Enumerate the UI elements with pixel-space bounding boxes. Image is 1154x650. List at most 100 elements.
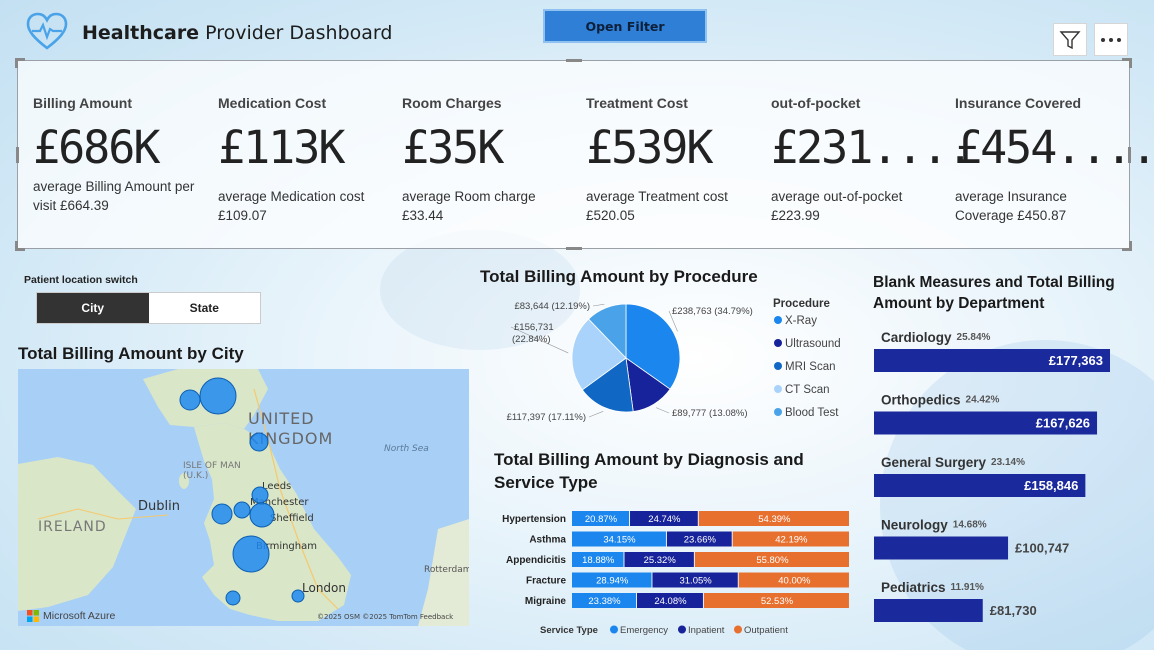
bar-data-label: 24.08% [654,596,687,607]
city-billing-map[interactable]: UNITED KINGDOM ISLE OF MAN (U.K.) Dublin… [18,369,469,626]
kpi-label: Room Charges [402,95,502,111]
pie-legend-marker[interactable] [774,339,782,347]
map-attribution[interactable]: ©2025 OSM ©2025 TomTom Feedback [317,613,453,621]
pie-legend-label[interactable]: Ultrasound [785,338,841,350]
department-label: Cardiology [881,330,952,345]
resize-handle[interactable] [1129,241,1132,251]
department-value-label: £81,730 [990,603,1037,618]
department-bar-chart[interactable]: Cardiology 25.84% £177,363 Orthopedics 24.42… [866,322,1146,632]
department-label: Neurology [881,518,948,533]
bar-category-label: Hypertension [502,514,566,525]
department-percent: 11.91% [951,582,984,593]
bar-category-label: Fracture [526,576,566,587]
resize-handle[interactable] [1129,58,1132,68]
bar-legend-title: Service Type [540,625,598,636]
map-brand-text: Microsoft Azure [43,610,116,622]
resize-handle[interactable] [566,59,582,62]
department-bar[interactable] [874,536,1009,560]
kpi-label: Treatment Cost [586,95,688,111]
resize-handle[interactable] [16,147,19,163]
bar-data-label: 23.66% [684,535,717,546]
bar-legend-label[interactable]: Emergency [620,625,668,636]
kpi-value: £113K [218,121,345,174]
pie-legend-label[interactable]: CT Scan [785,384,830,396]
kpi-label: out-of-pocket [771,95,861,111]
bar-data-label: 25.32% [644,555,677,566]
bar-data-label: 54.39% [758,514,791,525]
resize-handle[interactable] [15,58,18,68]
pie-data-label: (22.84%) [512,334,551,345]
pie-legend-label[interactable]: Blood Test [785,407,839,419]
bar-data-label: 34.15% [603,535,636,546]
city-bubble[interactable] [251,486,269,504]
city-bubble[interactable] [199,377,237,415]
bar-data-label: 28.94% [596,576,629,587]
bar-data-label: 23.38% [588,596,621,607]
location-switch[interactable]: City State [36,292,261,324]
kpi-label: Billing Amount [33,95,133,111]
city-bubble[interactable] [291,589,305,603]
open-filter-button[interactable]: Open Filter [543,9,707,43]
city-bubble[interactable] [233,501,251,519]
department-label: General Surgery [881,455,987,470]
department-percent: 25.84% [957,332,991,343]
bar-legend-marker[interactable] [734,625,742,634]
bar-legend-label[interactable]: Outpatient [744,625,788,636]
map-bubbles [179,377,305,606]
kpi-label: Insurance Covered [955,95,1082,111]
page-title: Healthcare Provider Dashboard [82,22,393,44]
kpi-value: £454.... [955,121,1154,174]
switch-option-state[interactable]: State [148,293,260,323]
kpi-value: £231.... [771,121,974,174]
department-value-label: £167,626 [1036,416,1090,431]
switch-option-city[interactable]: City [37,293,149,323]
city-bubble[interactable] [211,503,233,525]
kpi-value: £35K [402,121,504,174]
resize-handle[interactable] [15,241,18,251]
bar-legend-marker[interactable] [610,625,618,634]
kpi-label: Medication Cost [218,95,327,111]
more-options-button[interactable] [1094,23,1128,56]
map-title: Total Billing Amount by City [18,344,244,363]
department-label: Pediatrics [881,580,946,595]
kpi-subtitle: average Medication cost £109.07 [218,189,365,223]
pie-legend-marker[interactable] [774,408,782,416]
diagnosis-stacked-bar-chart[interactable]: Hypertension 20.87% 24.74% 54.39% Asthma 34.1… [486,505,856,640]
bar-data-label: 52.53% [761,596,794,607]
city-bubble[interactable] [179,389,201,411]
kpi-subtitle: average out-of-pocket £223.99 [771,189,903,223]
city-bubble[interactable] [232,535,270,573]
pie-legend-marker[interactable] [774,385,782,393]
funnel-icon [1059,30,1081,49]
department-chart-title: Blank Measures and Total Billing Amount … [873,274,1115,312]
bar-data-label: 18.88% [582,555,615,566]
ellipsis-icon [1101,37,1121,42]
location-switch-label: Patient location switch [24,274,138,286]
pie-data-label: £83,644 (12.19%) [514,301,590,312]
pie-legend-marker[interactable] [774,316,782,324]
heart-pulse-logo-icon [26,12,68,50]
department-value-label: £100,747 [1015,541,1069,556]
kpi-subtitle: average Billing Amount per visit £664.39 [33,179,195,213]
pie-legend-marker[interactable] [774,362,782,370]
pie-data-label: £156,731 [514,322,554,333]
diagnosis-chart-title: Total Billing Amount by Diagnosis and Se… [494,450,804,492]
kpi-value: £539K [586,121,713,174]
department-value-label: £177,363 [1049,353,1103,368]
city-bubble[interactable] [249,502,275,528]
kpi-card[interactable]: Billing Amount £686K average Billing Amo… [15,58,1154,251]
bar-legend-marker[interactable] [678,625,686,634]
pie-chart-title: Total Billing Amount by Procedure [480,267,758,286]
pie-legend-label[interactable]: MRI Scan [785,361,836,373]
department-bar[interactable] [874,599,983,622]
bar-data-label: 40.00% [778,576,811,587]
city-bubble[interactable] [249,432,269,452]
procedure-pie-chart[interactable]: £238,763 (34.79%) £89,777 (13.08%) £117,39… [490,290,870,430]
bar-legend-label[interactable]: Inpatient [688,625,725,636]
resize-handle[interactable] [566,247,582,250]
city-bubble[interactable] [225,590,241,606]
bar-data-label: 31.05% [679,576,712,587]
pie-legend-label[interactable]: X-Ray [785,315,817,327]
filter-button[interactable] [1053,23,1087,56]
kpi-subtitle: average Insurance Coverage £450.87 [955,189,1067,223]
